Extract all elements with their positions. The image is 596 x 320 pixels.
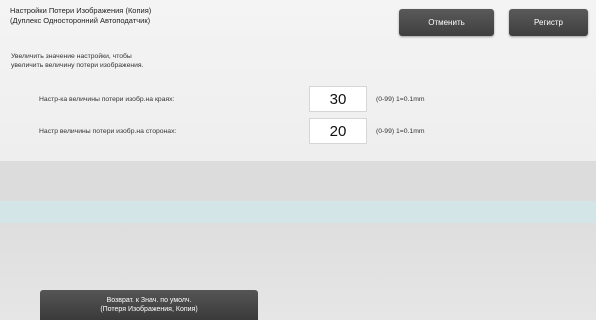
accent-band — [0, 201, 596, 223]
page-title-line1: Настройки Потери Изображения (Копия) — [10, 6, 152, 15]
side-loss-value-field[interactable]: 20 — [309, 118, 367, 144]
edge-loss-label: Настр-ка величины потери изобр.на краях: — [39, 96, 175, 103]
page-title-line2: (Дуплекс Односторонний Автоподатчик) — [10, 16, 151, 25]
edge-loss-value-field[interactable]: 30 — [309, 86, 367, 112]
restore-defaults-line1: Возврат. к Знач. по умолч. — [106, 297, 192, 304]
description-line1: Увеличить значение настройки, чтобы — [11, 53, 132, 60]
page-title: Настройки Потери Изображения (Копия) (Ду… — [10, 6, 270, 26]
restore-defaults-line2: (Потеря Изображения, Копия) — [100, 306, 198, 313]
cancel-button[interactable]: Отменить — [399, 9, 494, 36]
register-button[interactable]: Регистр — [509, 9, 588, 36]
divider-band — [0, 161, 596, 201]
settings-panel: Настройки Потери Изображения (Копия) (Ду… — [0, 0, 596, 161]
description-text: Увеличить значение настройки, чтобы увел… — [11, 52, 271, 70]
side-loss-label: Настр величины потери изобр.на сторонах: — [39, 128, 177, 135]
side-loss-range-hint: (0-99) 1=0.1mm — [376, 128, 425, 135]
edge-loss-range-hint: (0-99) 1=0.1mm — [376, 96, 425, 103]
description-line2: увеличить величину потери изображения. — [11, 62, 144, 69]
restore-defaults-button[interactable]: Возврат. к Знач. по умолч. (Потеря Изобр… — [40, 290, 258, 320]
